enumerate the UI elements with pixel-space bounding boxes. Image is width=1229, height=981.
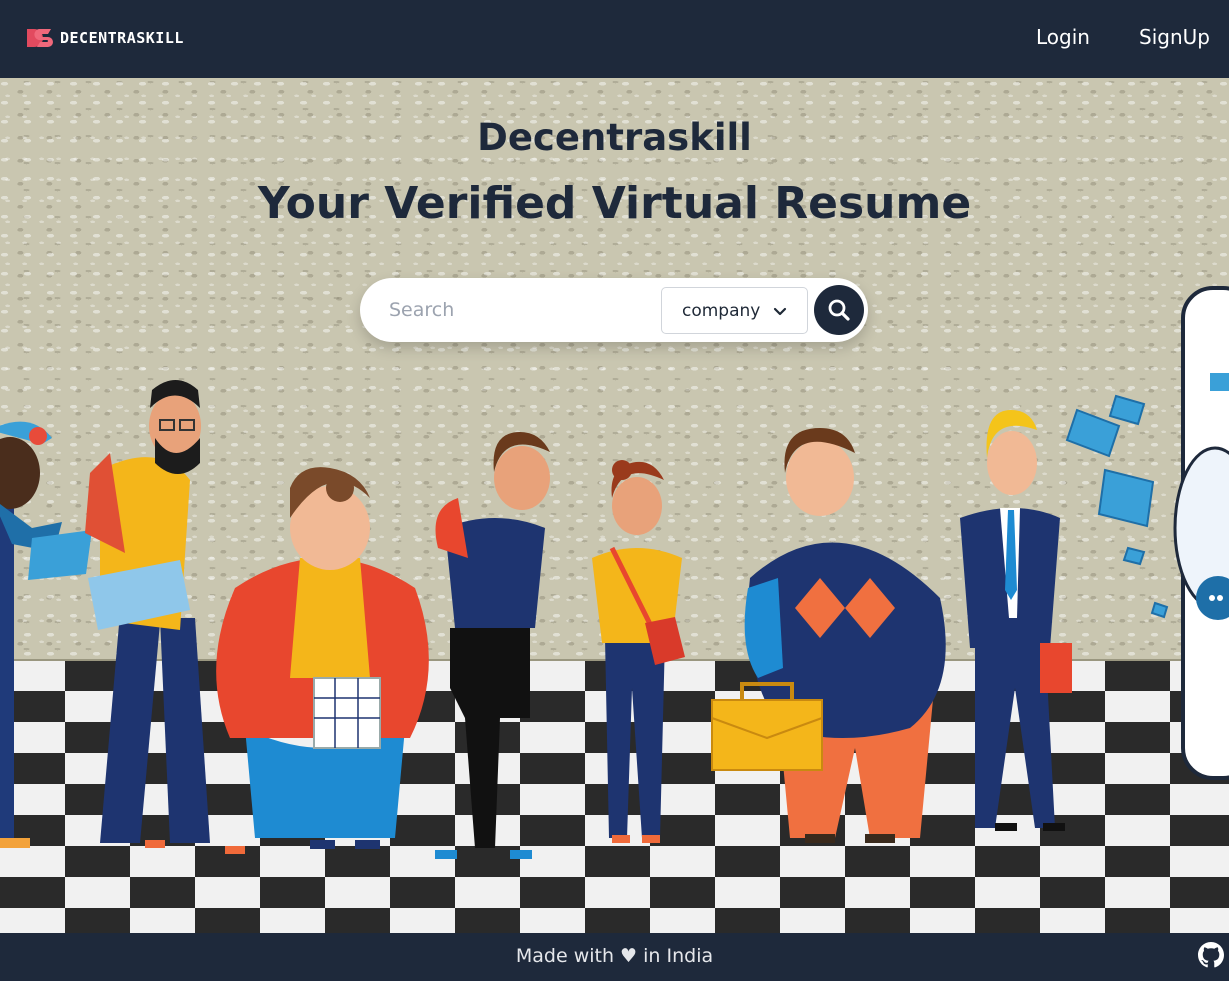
search-filter-select[interactable]: company [661, 287, 808, 334]
footer-text: Made with ♥ in India [515, 945, 714, 967]
search-bar: company [360, 278, 868, 342]
login-link[interactable]: Login [1036, 25, 1090, 49]
hero-section: Decentraskill Your Verified Virtual Resu… [0, 78, 1229, 933]
navbar: DECENTRASKILL Login SignUp [0, 0, 1229, 78]
search-button[interactable] [814, 285, 864, 335]
signup-link[interactable]: SignUp [1139, 25, 1210, 49]
brand-logo[interactable]: DECENTRASKILL [26, 27, 184, 49]
github-icon[interactable] [1198, 942, 1224, 968]
chat-bubbles-decoration [1065, 394, 1169, 619]
footer: Made with ♥ in India [0, 933, 1229, 981]
chevron-down-icon [773, 307, 787, 316]
search-filter-value: company [682, 300, 761, 321]
brand-name: DECENTRASKILL [60, 29, 184, 47]
ds-logo-icon [27, 29, 53, 47]
page-title: Decentraskill [477, 116, 752, 159]
phone-robot-decoration [1173, 286, 1229, 780]
search-input[interactable] [374, 286, 654, 334]
page-subtitle: Your Verified Virtual Resume [257, 178, 972, 229]
search-icon [828, 299, 850, 321]
